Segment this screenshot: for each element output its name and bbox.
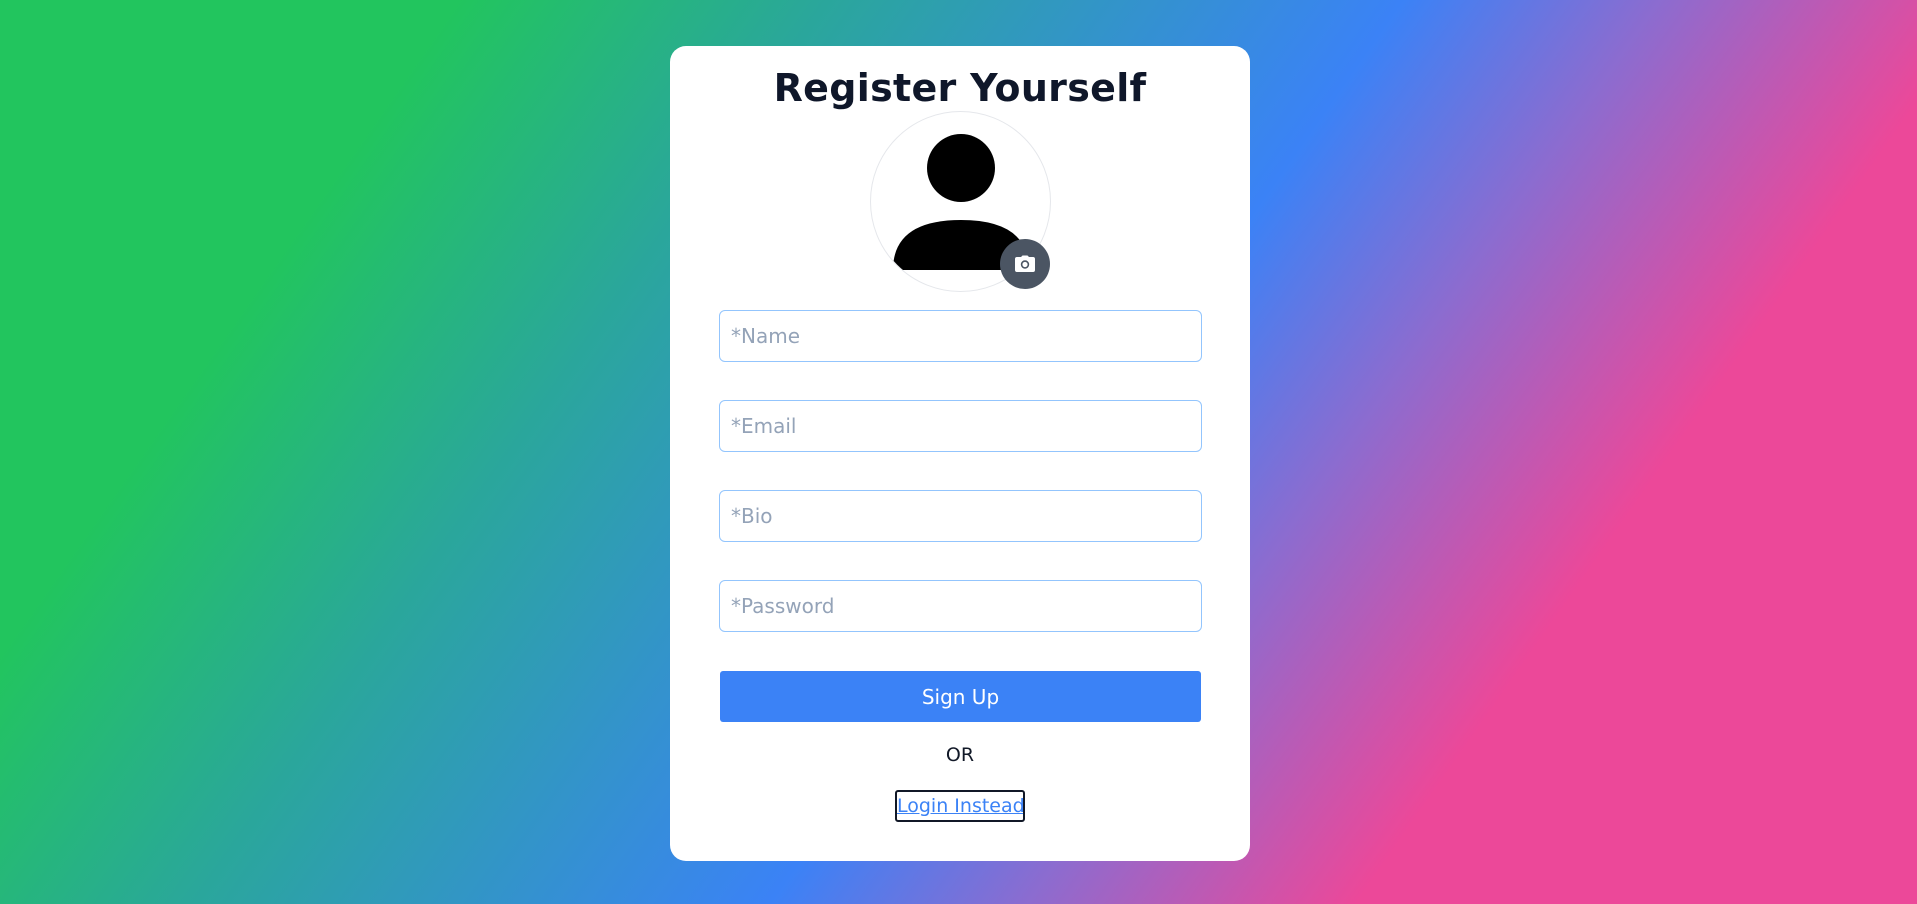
page-title: Register Yourself	[773, 66, 1147, 110]
camera-icon	[1015, 255, 1035, 272]
sign-up-button[interactable]: Sign Up	[720, 671, 1201, 722]
avatar-picker[interactable]	[870, 111, 1051, 292]
login-instead-link[interactable]: Login Instead	[895, 790, 1025, 822]
name-input[interactable]	[719, 310, 1202, 362]
bio-input[interactable]	[719, 490, 1202, 542]
change-photo-button[interactable]	[1000, 239, 1050, 289]
password-input[interactable]	[719, 580, 1202, 632]
register-card: Register Yourself Sign Up OR Login Inste…	[670, 46, 1250, 861]
or-separator: OR	[945, 744, 975, 766]
email-input[interactable]	[719, 400, 1202, 452]
